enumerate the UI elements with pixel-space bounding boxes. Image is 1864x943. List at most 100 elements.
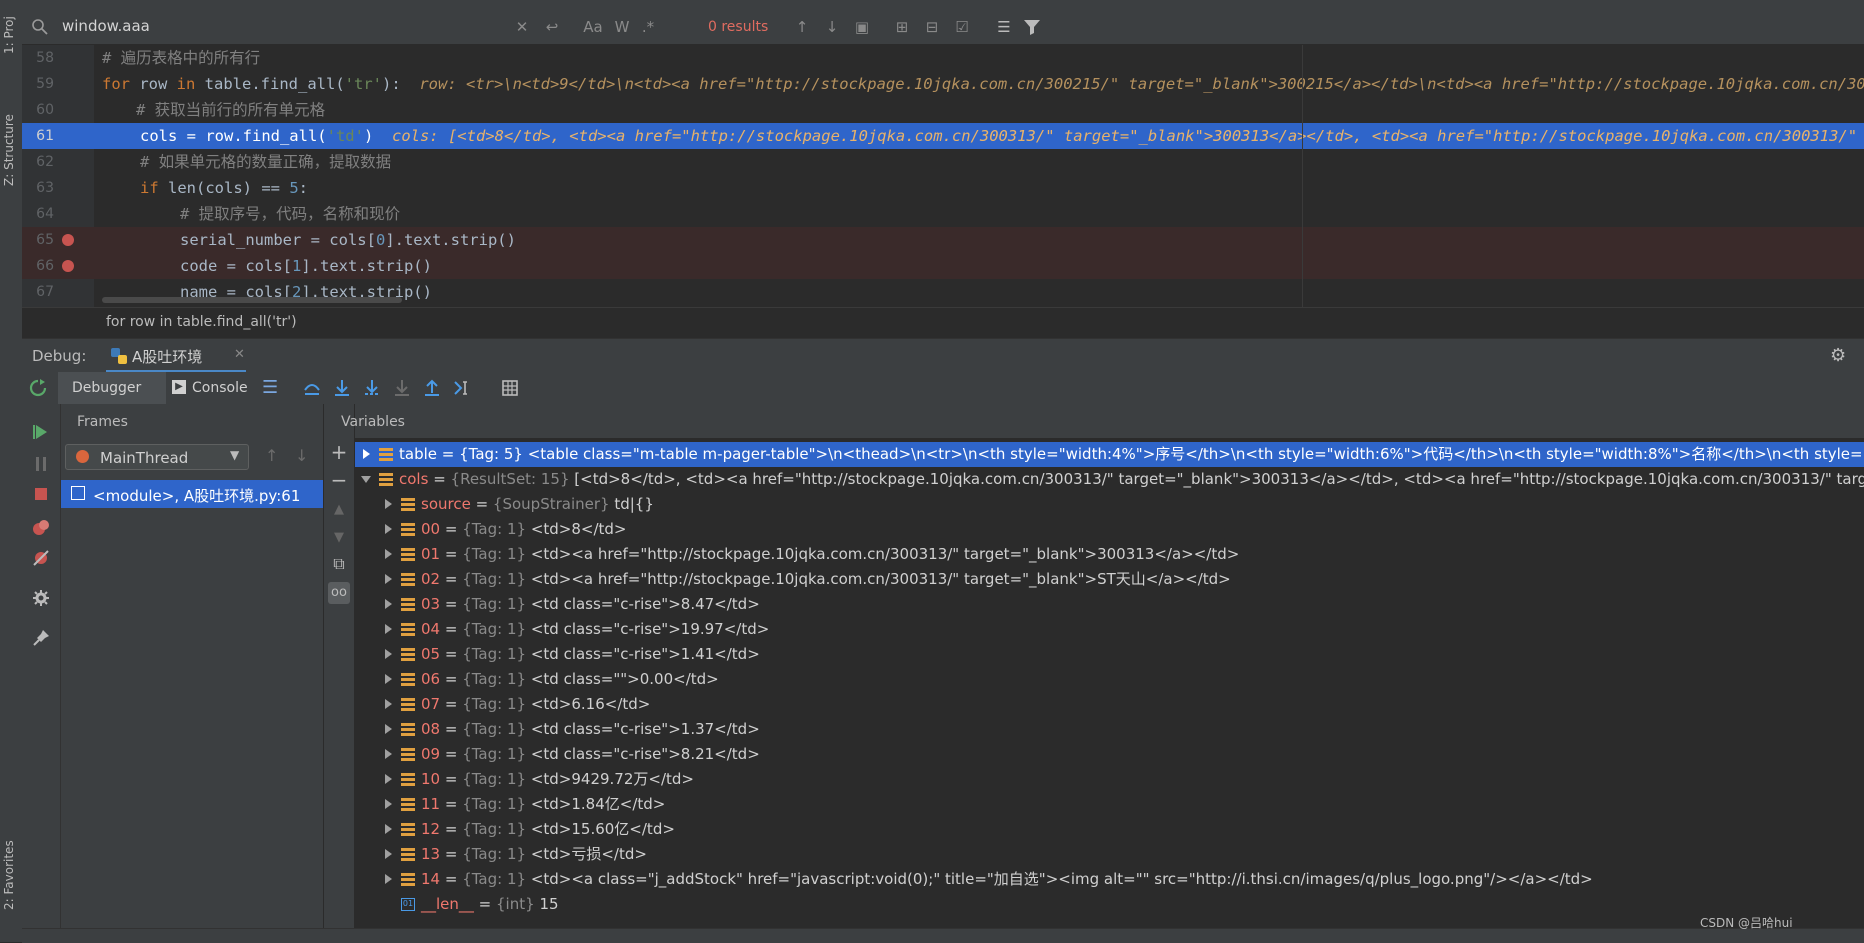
- code-line[interactable]: 60 # 获取当前行的所有单元格: [22, 97, 1864, 123]
- expand-triangle-icon[interactable]: [383, 699, 393, 709]
- structure-tab[interactable]: Z: Structure: [2, 86, 20, 186]
- variable-row[interactable]: 13 = {Tag: 1} <td>亏损</td>: [355, 842, 1864, 867]
- thread-dropdown[interactable]: MainThread ▼: [65, 444, 249, 470]
- expand-triangle-icon[interactable]: [383, 499, 393, 509]
- variable-row[interactable]: 08 = {Tag: 1} <td class="c-rise">1.37</t…: [355, 717, 1864, 742]
- expand-triangle-icon[interactable]: [361, 449, 371, 459]
- regex-icon[interactable]: .*: [638, 17, 658, 37]
- clear-search-icon[interactable]: ✕: [512, 17, 532, 37]
- expand-triangle-icon[interactable]: [383, 599, 393, 609]
- variable-row[interactable]: 10 = {Tag: 1} <td>9429.72万</td>: [355, 767, 1864, 792]
- filter-settings-icon[interactable]: ☰: [994, 17, 1014, 37]
- expand-triangle-icon[interactable]: [383, 524, 393, 534]
- breakpoint-line[interactable]: 65 serial_number = cols[0].text.strip(): [22, 227, 1864, 253]
- code-line[interactable]: 63 if len(cols) == 5:: [22, 175, 1864, 201]
- pause-icon[interactable]: [31, 454, 51, 474]
- code-line[interactable]: 64 # 提取序号，代码，名称和现价: [22, 201, 1864, 227]
- remove-watch-icon[interactable]: −: [329, 470, 349, 490]
- debug-config-tab[interactable]: A股吐环境 ✕: [106, 339, 246, 373]
- step-over-icon[interactable]: [302, 378, 322, 398]
- variable-row[interactable]: 12 = {Tag: 1} <td>15.60亿</td>: [355, 817, 1864, 842]
- search-icon[interactable]: [30, 17, 50, 37]
- breadcrumb[interactable]: for row in table.find_all('tr'): [22, 307, 1864, 338]
- variable-row[interactable]: 09 = {Tag: 1} <td class="c-rise">8.21</t…: [355, 742, 1864, 767]
- project-tab[interactable]: 1: Proj: [2, 2, 20, 54]
- match-case-icon[interactable]: Aa: [582, 17, 604, 37]
- settings-icon[interactable]: [31, 588, 51, 608]
- variable-row[interactable]: 01 __len__ = {int} 15: [355, 892, 1864, 917]
- rerun-icon[interactable]: [28, 378, 48, 398]
- variable-row[interactable]: 01 = {Tag: 1} <td><a href="http://stockp…: [355, 542, 1864, 567]
- next-frame-icon[interactable]: ↓: [295, 446, 308, 465]
- filter-icon[interactable]: [1022, 17, 1042, 37]
- variable-row[interactable]: cols = {ResultSet: 15} [<td>8</td>, <td>…: [355, 467, 1864, 492]
- variable-row[interactable]: 00 = {Tag: 1} <td>8</td>: [355, 517, 1864, 542]
- show-watches-icon[interactable]: oo: [328, 582, 350, 604]
- horizontal-scrollbar[interactable]: [102, 297, 402, 303]
- breadcrumb-text[interactable]: for row in table.find_all('tr'): [106, 314, 297, 330]
- pin-icon[interactable]: [31, 628, 51, 648]
- mute-breakpoints-icon[interactable]: [31, 548, 51, 568]
- expand-triangle-icon[interactable]: [383, 824, 393, 834]
- evaluate-expression-icon[interactable]: [500, 378, 520, 398]
- code-line[interactable]: 62 # 如果单元格的数量正确，提取数据: [22, 149, 1864, 175]
- code-line[interactable]: 59 for row in table.find_all('tr'): row:…: [22, 71, 1864, 97]
- close-tab-icon[interactable]: ✕: [234, 347, 245, 362]
- expand-triangle-icon[interactable]: [383, 849, 393, 859]
- favorites-tab[interactable]: 2: Favorites: [2, 820, 20, 910]
- console-tab[interactable]: Console: [192, 380, 248, 396]
- add-occurrence-icon[interactable]: ⊞: [892, 17, 912, 37]
- breakpoint-icon[interactable]: [62, 234, 74, 246]
- expand-triangle-icon[interactable]: [383, 799, 393, 809]
- move-down-icon[interactable]: ▼: [329, 528, 349, 548]
- expand-triangle-icon[interactable]: [383, 874, 393, 884]
- variable-row[interactable]: 02 = {Tag: 1} <td><a href="http://stockp…: [355, 567, 1864, 592]
- breakpoint-line[interactable]: 66 code = cols[1].text.strip(): [22, 253, 1864, 279]
- variable-row[interactable]: table = {Tag: 5} <table class="m-table m…: [355, 442, 1864, 467]
- variable-row[interactable]: 05 = {Tag: 1} <td class="c-rise">1.41</t…: [355, 642, 1864, 667]
- code-editor[interactable]: 58 # 遍历表格中的所有行 59 for row in table.find_…: [22, 45, 1864, 307]
- previous-occurrence-icon[interactable]: ↑: [792, 17, 812, 37]
- settings-gear-icon[interactable]: ⚙: [1830, 345, 1846, 366]
- variable-row[interactable]: 11 = {Tag: 1} <td>1.84亿</td>: [355, 792, 1864, 817]
- remove-occurrence-icon[interactable]: ⊟: [922, 17, 942, 37]
- current-execution-line[interactable]: 61 cols = row.find_all('td') cols: [<td>…: [22, 123, 1864, 149]
- variable-row[interactable]: source = {SoupStrainer} td|{}: [355, 492, 1864, 517]
- debugger-tab[interactable]: Debugger: [58, 372, 166, 404]
- new-watch-icon[interactable]: +: [329, 442, 349, 462]
- expand-triangle-icon[interactable]: [383, 774, 393, 784]
- stop-icon[interactable]: [31, 484, 51, 504]
- search-input[interactable]: window.aaa: [62, 17, 150, 35]
- expand-triangle-icon[interactable]: [383, 624, 393, 634]
- variable-row[interactable]: 14 = {Tag: 1} <td><a class="j_addStock" …: [355, 867, 1864, 892]
- select-all-icon[interactable]: ☑: [952, 17, 972, 37]
- newline-icon[interactable]: ↩: [542, 17, 562, 37]
- run-to-cursor-icon[interactable]: [452, 378, 472, 398]
- resume-icon[interactable]: [31, 422, 51, 442]
- select-all-occurrences-icon[interactable]: ▣: [852, 17, 872, 37]
- show-execution-point-icon[interactable]: ☰: [262, 377, 278, 398]
- expand-triangle-icon[interactable]: [383, 749, 393, 759]
- expand-triangle-icon[interactable]: [383, 549, 393, 559]
- expand-triangle-icon[interactable]: [383, 574, 393, 584]
- view-breakpoints-icon[interactable]: [31, 518, 51, 538]
- code-line[interactable]: 58 # 遍历表格中的所有行: [22, 45, 1864, 71]
- variable-row[interactable]: 06 = {Tag: 1} <td class="">0.00</td>: [355, 667, 1864, 692]
- force-step-into-icon[interactable]: [392, 378, 412, 398]
- copy-icon[interactable]: ⧉: [329, 554, 349, 574]
- expand-triangle-icon[interactable]: [383, 649, 393, 659]
- variable-row[interactable]: 07 = {Tag: 1} <td>6.16</td>: [355, 692, 1864, 717]
- collapse-triangle-icon[interactable]: [361, 474, 371, 484]
- move-up-icon[interactable]: ▲: [329, 500, 349, 520]
- previous-frame-icon[interactable]: ↑: [265, 446, 278, 465]
- variable-row[interactable]: 04 = {Tag: 1} <td class="c-rise">19.97</…: [355, 617, 1864, 642]
- step-into-my-code-icon[interactable]: [362, 378, 382, 398]
- step-out-icon[interactable]: [422, 378, 442, 398]
- expand-triangle-icon[interactable]: [383, 674, 393, 684]
- expand-triangle-icon[interactable]: [383, 724, 393, 734]
- next-occurrence-icon[interactable]: ↓: [822, 17, 842, 37]
- breakpoint-icon[interactable]: [62, 260, 74, 272]
- variable-row[interactable]: 03 = {Tag: 1} <td class="c-rise">8.47</t…: [355, 592, 1864, 617]
- step-into-icon[interactable]: [332, 378, 352, 398]
- whole-words-icon[interactable]: W: [612, 17, 632, 37]
